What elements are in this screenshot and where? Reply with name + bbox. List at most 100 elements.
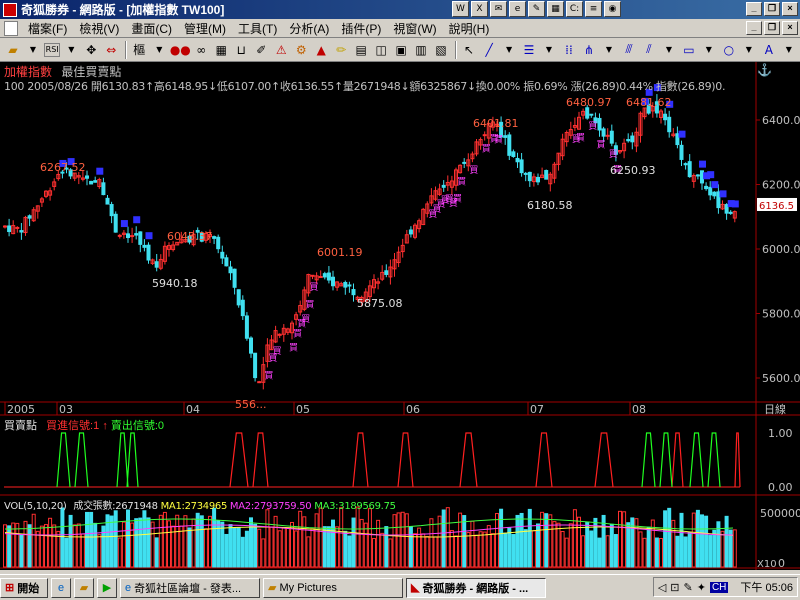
price-annotation: 6481.62 bbox=[626, 96, 672, 109]
paint-icon[interactable]: ✎ bbox=[528, 1, 545, 17]
volume-bar bbox=[454, 535, 458, 568]
draw-tool-button[interactable]: 樞 bbox=[130, 40, 148, 60]
browser-icon[interactable]: e bbox=[509, 1, 526, 17]
excel-icon[interactable]: X bbox=[471, 1, 488, 17]
rectangle-icon[interactable]: ▭ bbox=[680, 40, 698, 60]
chart-doc-icon bbox=[4, 20, 18, 36]
circle-icon[interactable]: ○ bbox=[720, 40, 738, 60]
dropdown-arrow-icon[interactable]: ▼ bbox=[150, 40, 168, 60]
candle-body bbox=[101, 182, 106, 196]
dropdown-arrow-icon[interactable]: ▼ bbox=[780, 40, 798, 60]
signal-panel-header: 買賣點 買進信號:1 ↑ 賣出信號:0 bbox=[4, 420, 165, 432]
volume-bar bbox=[490, 533, 495, 568]
minimize-button[interactable]: _ bbox=[746, 2, 762, 16]
dropdown-arrow-icon[interactable]: ▼ bbox=[62, 40, 80, 60]
quick-launch-media[interactable]: ▶ bbox=[97, 577, 117, 598]
menu-plugins[interactable]: 插件(P) bbox=[335, 20, 387, 37]
open-folder-icon[interactable]: ▰ bbox=[4, 40, 22, 60]
mail-icon[interactable]: ✉ bbox=[490, 1, 507, 17]
price-axis-label: 5600.0 bbox=[762, 372, 800, 385]
dropdown-arrow-icon[interactable]: ▼ bbox=[740, 40, 758, 60]
menu-screen[interactable]: 畫面(C) bbox=[125, 20, 178, 37]
cursor-icon[interactable]: ↖ bbox=[460, 40, 478, 60]
dropdown-arrow-icon[interactable]: ▼ bbox=[24, 40, 42, 60]
start-button[interactable]: ⊞ 開始 bbox=[0, 577, 48, 598]
chart-area[interactable]: 買買買買買買買買買買買買買買買買買買買買買買買買買買買 6267.52 6048.… bbox=[0, 62, 800, 570]
language-indicator[interactable]: CH bbox=[709, 581, 729, 593]
menu-help[interactable]: 說明(H) bbox=[443, 20, 496, 37]
task-forum[interactable]: e 奇狐社區論壇 - 發表... bbox=[120, 577, 260, 598]
menu-view[interactable]: 檢視(V) bbox=[73, 20, 125, 37]
calendar-icon[interactable]: ▦ bbox=[547, 1, 564, 17]
menu-file[interactable]: 檔案(F) bbox=[22, 20, 73, 37]
task-pictures[interactable]: ▰ My Pictures bbox=[263, 577, 403, 598]
dropdown-arrow-icon[interactable]: ▼ bbox=[660, 40, 678, 60]
dropdown-arrow-icon[interactable]: ▼ bbox=[700, 40, 718, 60]
word-icon[interactable]: W bbox=[452, 1, 469, 17]
current-price-label: 6136.5 bbox=[759, 201, 794, 212]
sheet-icon[interactable]: ▧ bbox=[432, 40, 450, 60]
menu-analysis[interactable]: 分析(A) bbox=[283, 20, 335, 37]
edit-doc-icon[interactable]: ✐ bbox=[252, 40, 270, 60]
alert-doc-icon[interactable]: ⚠ bbox=[272, 40, 290, 60]
volume-bar bbox=[425, 535, 430, 568]
volume-value: 成交張數:2671948 bbox=[73, 501, 158, 512]
parallel-icon[interactable]: ⫽ bbox=[640, 40, 658, 60]
candle-body bbox=[683, 163, 688, 166]
close-button[interactable]: × bbox=[782, 2, 798, 16]
alarm-icon[interactable]: ▲ bbox=[312, 40, 330, 60]
dropdown-arrow-icon[interactable]: ▼ bbox=[600, 40, 618, 60]
compare-icon[interactable]: ●● bbox=[170, 40, 191, 60]
rsi-button[interactable]: RSI bbox=[43, 42, 61, 57]
volume-bar bbox=[224, 533, 229, 568]
volume-bar bbox=[363, 522, 368, 568]
price-axis: 6400.0 6200.0 6000.0 5800.0 5600.0 6136.5 bbox=[756, 114, 800, 385]
chart-canvas[interactable]: 買買買 買買買買買買買買買買買買買買買買買買 買買買買買買 6267.526048.… bbox=[0, 62, 800, 570]
dropdown-arrow-icon[interactable]: ▼ bbox=[500, 40, 518, 60]
speaker-icon[interactable]: ◁ bbox=[658, 581, 666, 594]
terminal-icon[interactable]: C: bbox=[566, 1, 583, 17]
notes-icon[interactable]: ≡ bbox=[585, 1, 602, 17]
restore-button[interactable]: ❐ bbox=[764, 2, 780, 16]
candle-body bbox=[605, 134, 610, 137]
image-icon[interactable]: ▣ bbox=[392, 40, 410, 60]
text-tool-icon[interactable]: A bbox=[760, 40, 778, 60]
fan-lines-icon[interactable]: ⋔ bbox=[580, 40, 598, 60]
anchor-icon[interactable]: ⚓ bbox=[757, 63, 772, 77]
cycle-lines-icon[interactable]: ⁞⁞ bbox=[560, 40, 578, 60]
quick-launch-browser[interactable]: e bbox=[51, 577, 71, 598]
dropdown-arrow-icon[interactable]: ▼ bbox=[540, 40, 558, 60]
gear-icon[interactable]: ⚙ bbox=[292, 40, 310, 60]
book-icon[interactable]: ⊔ bbox=[232, 40, 250, 60]
columns-icon[interactable]: ◫ bbox=[372, 40, 390, 60]
fibonacci-icon[interactable]: ☰ bbox=[520, 40, 538, 60]
menu-manage[interactable]: 管理(M) bbox=[178, 20, 232, 37]
window-list-icon[interactable]: ▤ bbox=[352, 40, 370, 60]
quick-launch-explorer[interactable]: ▰ bbox=[74, 577, 94, 598]
volume-bar bbox=[249, 517, 253, 568]
channel-icon[interactable]: ⫻ bbox=[620, 40, 638, 60]
panel-icon[interactable]: ▥ bbox=[412, 40, 430, 60]
doc-close-button[interactable]: × bbox=[782, 21, 798, 35]
title-bar: 奇狐勝券 - 網路版 - [加權指數 TW100] W X ✉ e ✎ ▦ C:… bbox=[0, 0, 800, 19]
pencil-icon[interactable]: ✏ bbox=[332, 40, 350, 60]
glasses-icon[interactable]: ∞ bbox=[192, 40, 210, 60]
grid-icon[interactable]: ▦ bbox=[212, 40, 230, 60]
network-icon[interactable]: ⊡ bbox=[670, 581, 679, 594]
pen-icon[interactable]: ✎ bbox=[684, 581, 693, 594]
volume-bar bbox=[31, 513, 36, 568]
menu-window[interactable]: 視窗(W) bbox=[387, 20, 442, 37]
doc-restore-button[interactable]: ❐ bbox=[764, 21, 780, 35]
line-tool-icon[interactable]: ╱ bbox=[480, 40, 498, 60]
doc-minimize-button[interactable]: _ bbox=[746, 21, 762, 35]
volume-bar bbox=[72, 524, 77, 568]
resize-arrows-icon[interactable]: ⇔ bbox=[102, 40, 120, 60]
buy-marker: 買 bbox=[289, 342, 298, 353]
ime-icon[interactable]: ✦ bbox=[697, 581, 706, 594]
move-icon[interactable]: ✥ bbox=[82, 40, 100, 60]
buy-signal-pulse bbox=[535, 432, 553, 488]
app-icon[interactable] bbox=[3, 2, 17, 17]
menu-tools[interactable]: 工具(T) bbox=[232, 20, 283, 37]
task-foxapp[interactable]: ◣ 奇狐勝券 - 網路版 - ... bbox=[406, 577, 546, 598]
photo-icon[interactable]: ◉ bbox=[604, 1, 621, 17]
